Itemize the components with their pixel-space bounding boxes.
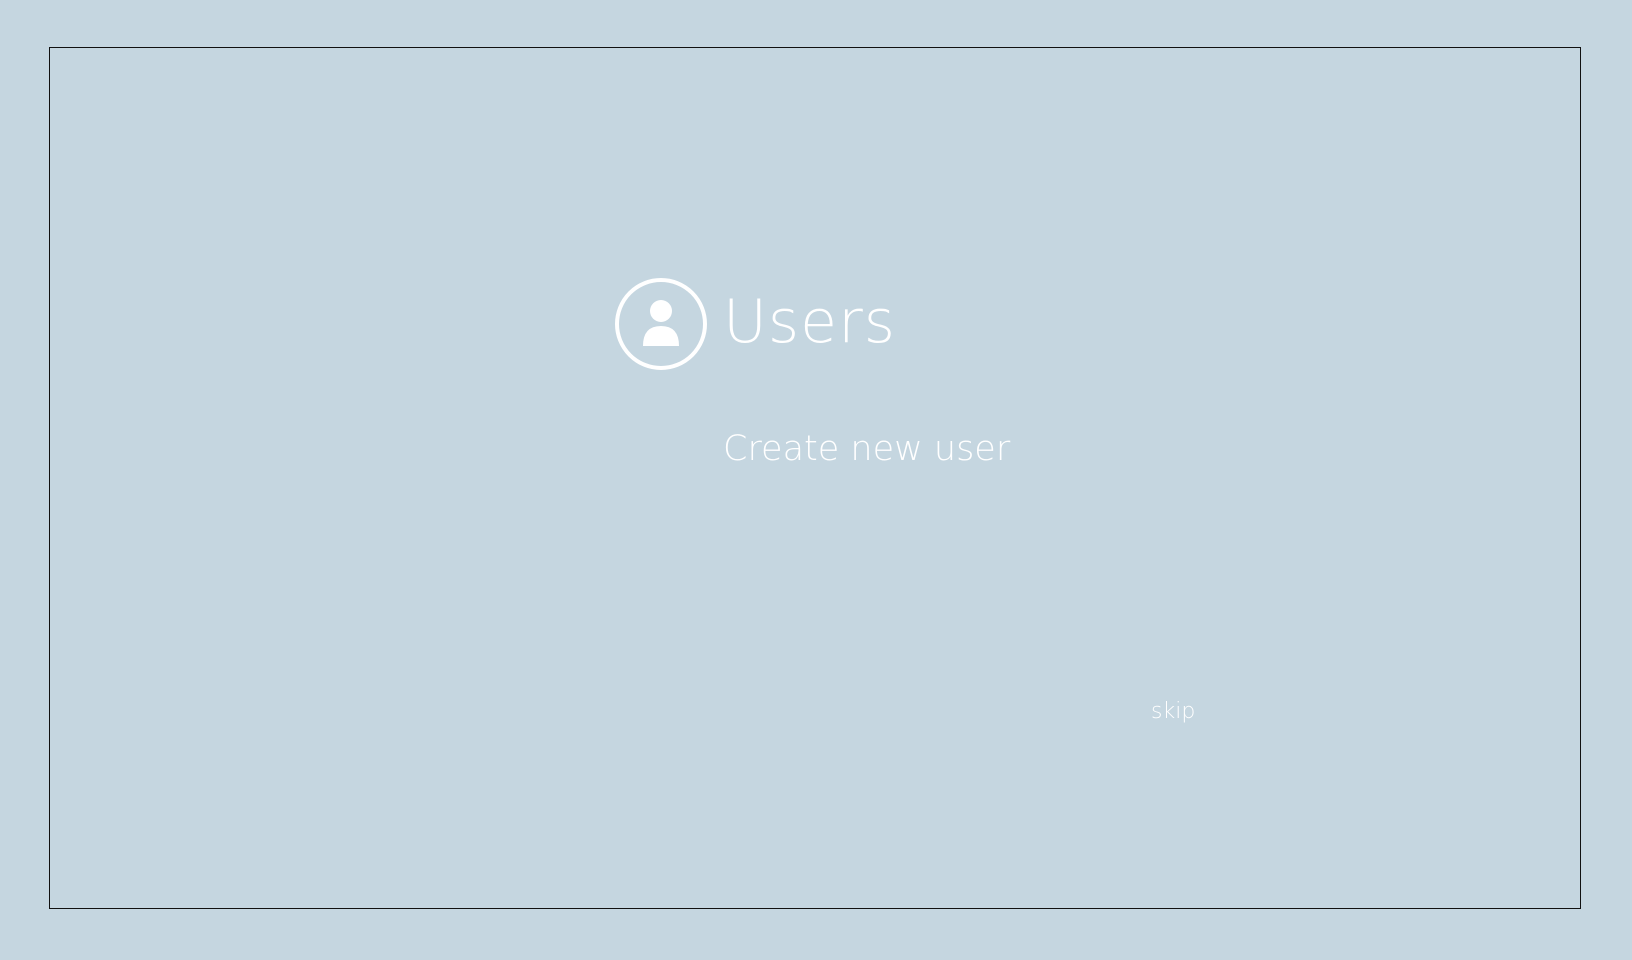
screen-frame xyxy=(49,47,1581,909)
skip-link[interactable]: skip xyxy=(1151,701,1195,723)
create-new-user-link[interactable]: Create new user xyxy=(723,432,1010,467)
user-circle-icon xyxy=(615,278,707,370)
page-title: Users xyxy=(723,287,897,357)
page-header: Users xyxy=(614,277,896,371)
